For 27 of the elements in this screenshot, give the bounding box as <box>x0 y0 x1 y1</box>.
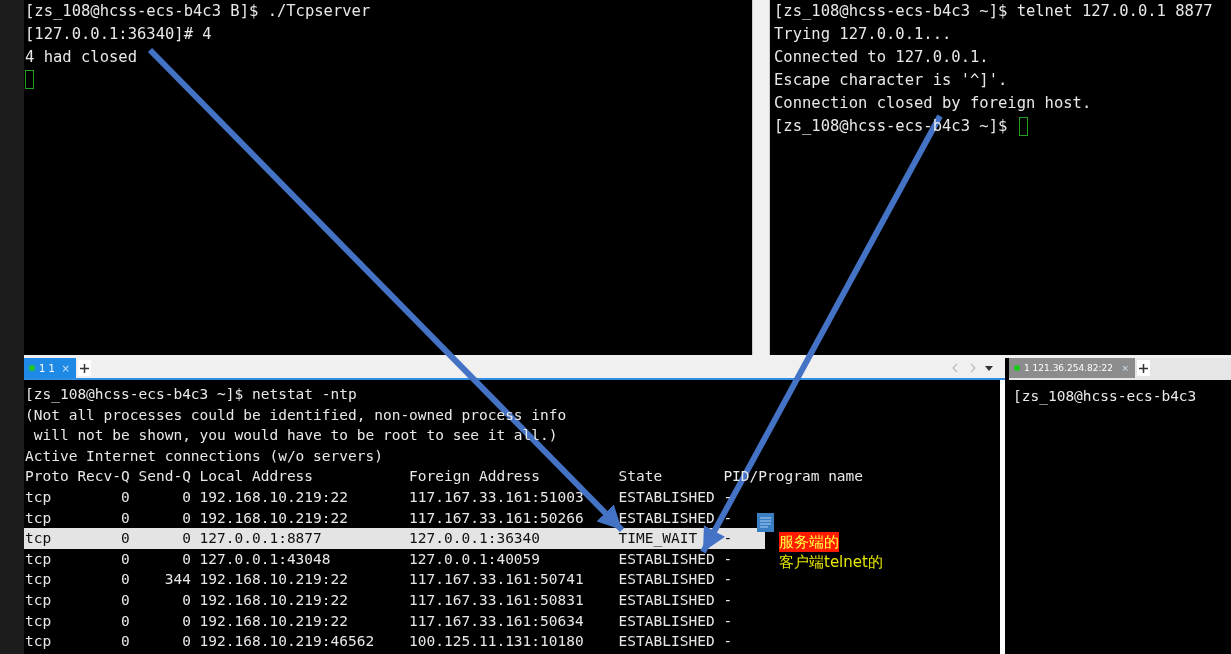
terminal-tab[interactable]: 1 1 × <box>24 358 76 378</box>
terminal-line: Connection closed by foreign host. <box>774 93 1092 114</box>
annotation-label: 客户端telnet的 <box>779 552 883 572</box>
add-tab-icon[interactable] <box>1137 360 1150 376</box>
dropdown-icon[interactable] <box>985 365 993 371</box>
terminal-line: [zs_108@hcss-ecs-b4c3 ~]$ telnet 127.0.0.1 8877 <box>774 1 1213 22</box>
terminal-line: Trying 127.0.0.1... <box>774 24 952 45</box>
terminal-line: tcp 0 0 192.168.10.219:22 117.167.33.161:50831 ESTABLISHED - <box>24 590 733 610</box>
terminal-line: Escape character is '^]'. <box>774 70 1008 91</box>
add-tab-icon[interactable] <box>78 360 91 376</box>
terminal-line: tcp 0 0 192.168.10.219:22 117.167.33.161:50266 ESTABLISHED - <box>24 508 733 528</box>
terminal-line: tcp 0 0 127.0.0.1:43048 127.0.0.1:40059 ESTABLISHED - <box>24 549 733 569</box>
terminal-line: tcp 0 0 192.168.10.219:22 117.167.33.161:50634 ESTABLISHED - <box>24 611 733 631</box>
terminal-line: [zs_108@hcss-ecs-b4c3 ~]$ netstat -ntp <box>24 385 357 405</box>
terminal-line: tcp 0 0 192.168.10.219:46562 100.125.11.131:10180 ESTABLISHED - <box>24 632 733 652</box>
terminal-line: Connected to 127.0.0.1. <box>774 47 989 68</box>
note-icon <box>757 513 774 532</box>
terminal-line: [zs_108@hcss-ecs-b4c3 B]$ ./Tcpserver <box>25 1 371 22</box>
terminal-line: Active Internet connections (w/o servers) <box>24 446 383 466</box>
terminal-line: tcp 0 344 192.168.10.219:22 117.167.33.161:50741 ESTABLISHED - <box>24 570 733 590</box>
terminal-line: [127.0.0.1:36340]# 4 <box>25 24 212 45</box>
terminal-tab[interactable]: 1 121.36.254.82:22 × <box>1009 358 1135 378</box>
terminal-line: [zs_108@hcss-ecs-b4c3 <box>1012 387 1197 407</box>
annotation-label: 服务端的 <box>779 532 839 552</box>
terminal-line: 4 had closed <box>25 47 137 68</box>
scrollbar[interactable] <box>1000 380 1005 654</box>
terminal-line: tcp 0 0 192.168.10.219:22 117.167.33.161:51003 ESTABLISHED - <box>24 487 733 507</box>
